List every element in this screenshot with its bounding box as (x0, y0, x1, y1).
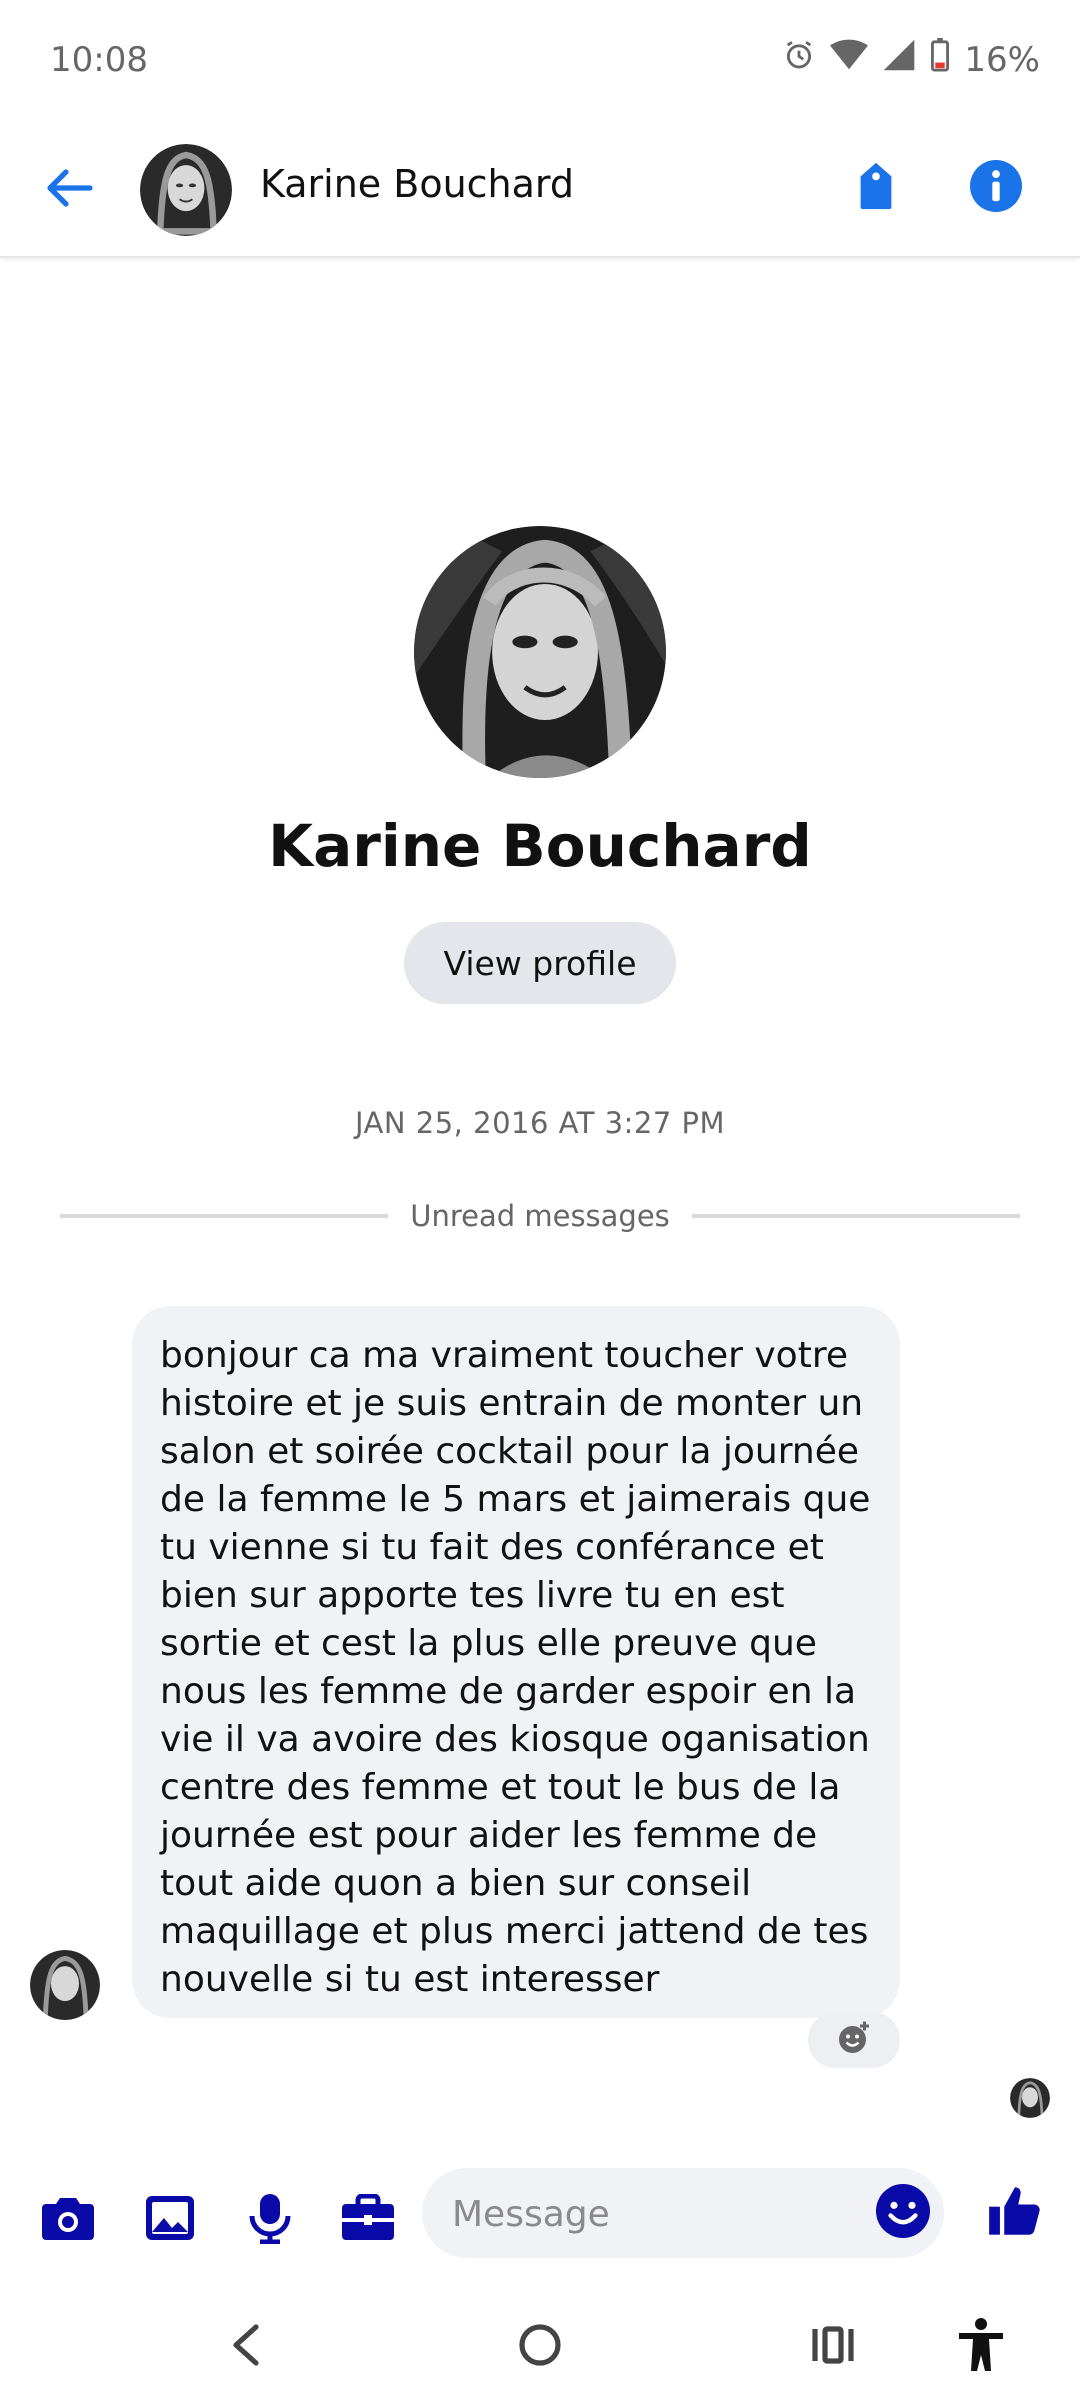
message-input[interactable] (450, 2186, 854, 2242)
sender-avatar[interactable] (30, 1950, 100, 2020)
signal-icon (882, 38, 916, 81)
divider-line-left (60, 1214, 389, 1218)
arrow-left-icon (46, 168, 94, 212)
nav-home-button[interactable] (505, 2312, 575, 2382)
nav-recents-button[interactable] (798, 2312, 868, 2382)
tag-button[interactable] (842, 154, 910, 222)
profile-avatar[interactable] (414, 526, 666, 778)
info-icon (970, 160, 1022, 216)
status-icons: 16% (782, 38, 1040, 81)
emoji-button[interactable] (870, 2180, 936, 2246)
nav-back-button[interactable] (210, 2312, 280, 2382)
accessibility-button[interactable] (946, 2312, 1016, 2382)
briefcase-icon (340, 2193, 396, 2246)
like-button[interactable] (980, 2180, 1050, 2246)
status-time: 10:08 (50, 40, 148, 80)
wifi-icon (830, 38, 869, 81)
camera-button[interactable] (36, 2188, 100, 2252)
battery-percent: 16% (964, 39, 1040, 80)
home-circle-icon (518, 2323, 562, 2371)
image-icon (144, 2194, 196, 2246)
back-button[interactable] (36, 156, 104, 224)
camera-icon (40, 2194, 96, 2246)
briefcase-button[interactable] (336, 2188, 400, 2252)
thumbs-up-icon (987, 2184, 1043, 2242)
add-emoji-icon (836, 2020, 872, 2060)
alarm-icon (782, 38, 816, 81)
status-bar: 10:08 16% (0, 0, 1080, 120)
tag-icon (854, 161, 898, 215)
gallery-button[interactable] (138, 2188, 202, 2252)
unread-divider: Unread messages (60, 1196, 1021, 1236)
conversation-date: JAN 25, 2016 AT 3:27 PM (354, 1106, 726, 1140)
header-avatar[interactable] (140, 144, 232, 236)
contact-name[interactable]: Karine Bouchard (260, 162, 574, 206)
seen-indicator-avatar (1010, 2078, 1050, 2118)
system-nav-bar (0, 2290, 1080, 2400)
battery-icon (930, 38, 950, 81)
divider-line-right (691, 1214, 1021, 1218)
add-reaction-button[interactable] (808, 2012, 900, 2068)
accessibility-icon (956, 2317, 1006, 2377)
emoji-icon (876, 2184, 930, 2242)
recents-icon (811, 2325, 855, 2369)
microphone-icon (248, 2192, 292, 2248)
conversation-header: Karine Bouchard (0, 120, 1080, 258)
profile-name: Karine Bouchard (268, 812, 812, 880)
message-text: bonjour ca ma vraiment toucher votre his… (160, 1335, 871, 2000)
microphone-button[interactable] (238, 2188, 302, 2252)
view-profile-button[interactable]: View profile (404, 922, 676, 1004)
chevron-left-icon (230, 2323, 260, 2371)
unread-label: Unread messages (410, 1199, 670, 1233)
info-button[interactable] (962, 154, 1030, 222)
